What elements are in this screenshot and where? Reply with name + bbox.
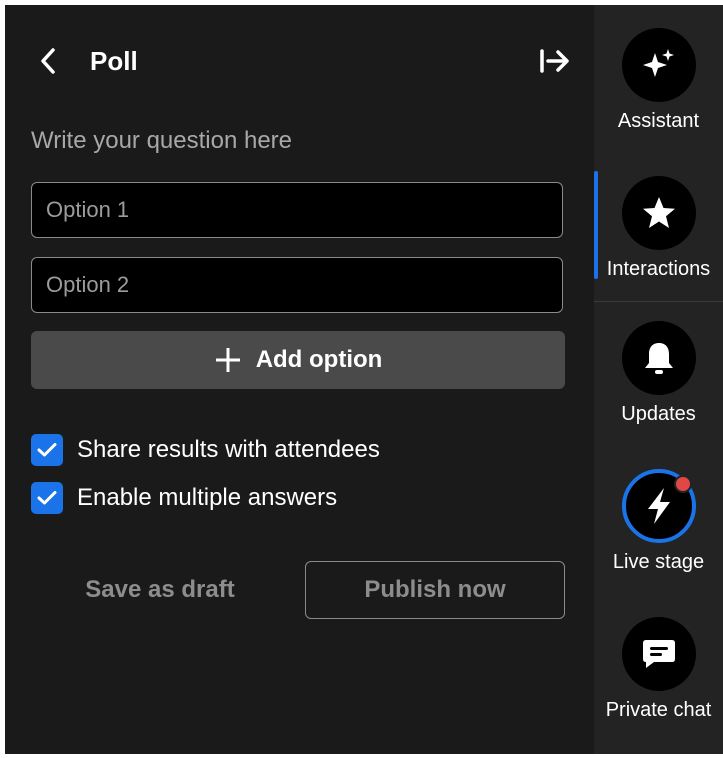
page-title: Poll: [90, 46, 138, 76]
multiple-answers-checkbox[interactable]: Enable multiple answers: [31, 482, 337, 514]
interactions-button-circle[interactable]: [621, 176, 696, 250]
notification-dot: [673, 475, 692, 493]
share-results-label: Share results with attendees: [77, 436, 380, 463]
sidebar-item-label: Private chat: [605, 699, 712, 721]
sidebar-item-label: Live stage: [612, 551, 705, 573]
publish-now-button[interactable]: Publish now: [305, 561, 565, 619]
question-input[interactable]: [31, 123, 561, 159]
sparkle-icon: [642, 49, 674, 77]
star-icon: [642, 197, 675, 228]
checkbox-checked[interactable]: [31, 434, 63, 466]
poll-panel: Poll Add option Share results with atten…: [5, 5, 594, 754]
checkmark-icon: [37, 491, 57, 505]
back-button[interactable]: [33, 43, 63, 79]
add-option-button[interactable]: Add option: [31, 331, 565, 389]
sidebar-item-assistant[interactable]: Assistant: [594, 28, 723, 133]
sidebar-item-label: Updates: [621, 403, 696, 425]
live-stage-button-circle[interactable]: [621, 469, 696, 543]
sidebar-item-updates[interactable]: Updates: [594, 321, 723, 426]
option-1-input[interactable]: [31, 182, 563, 238]
private-chat-button-circle[interactable]: [621, 617, 696, 691]
sidebar-item-live-stage[interactable]: Live stage: [594, 469, 723, 574]
bell-icon: [644, 343, 673, 374]
checkbox-checked[interactable]: [31, 482, 63, 514]
sidebar-item-interactions[interactable]: Interactions: [594, 176, 723, 281]
sidebar-divider: [594, 301, 723, 302]
share-results-checkbox[interactable]: Share results with attendees: [31, 434, 380, 466]
add-option-label: Add option: [255, 346, 383, 373]
assistant-button-circle[interactable]: [621, 28, 696, 102]
checkmark-icon: [37, 443, 57, 457]
right-sidebar: Assistant Interactions Updates Live stag…: [594, 5, 723, 754]
collapse-right-icon: [540, 49, 569, 73]
sidebar-item-label: Interactions: [606, 258, 711, 280]
chat-icon: [642, 640, 675, 668]
sidebar-item-label: Assistant: [617, 110, 700, 132]
save-draft-button[interactable]: Save as draft: [65, 565, 255, 615]
sidebar-item-private-chat[interactable]: Private chat: [594, 617, 723, 722]
lightning-icon: [647, 488, 670, 524]
chevron-left-icon: [41, 48, 55, 74]
updates-button-circle[interactable]: [621, 321, 696, 395]
collapse-panel-button[interactable]: [537, 43, 573, 79]
plus-icon: [215, 348, 240, 372]
option-2-input[interactable]: [31, 257, 563, 313]
multiple-answers-label: Enable multiple answers: [77, 484, 338, 511]
